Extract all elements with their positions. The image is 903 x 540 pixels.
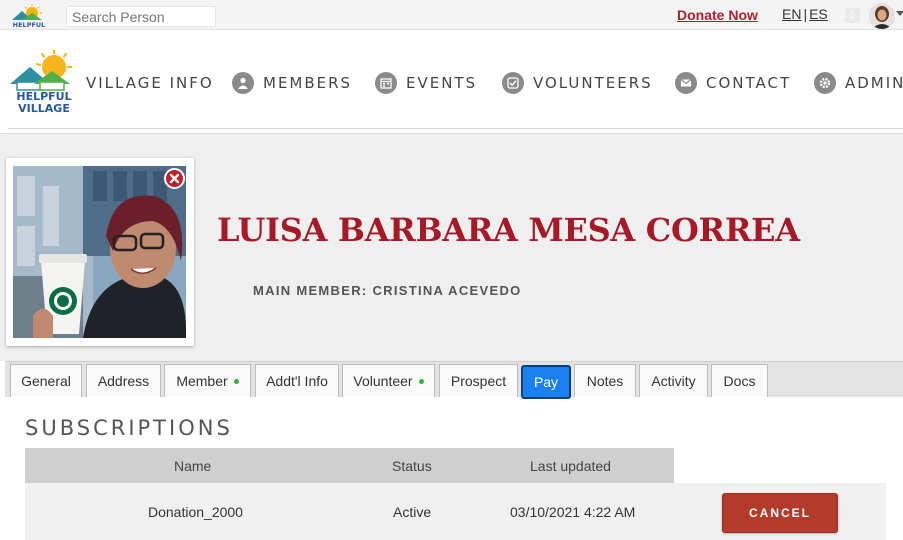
main-member-label: MAIN MEMBER: CRISTINA ACEVEDO: [253, 283, 522, 298]
nav-admin-label: ADMIN: [845, 74, 903, 92]
nav-contact[interactable]: CONTACT: [675, 71, 791, 95]
tab-addtl-info[interactable]: Addt'l Info: [255, 364, 339, 397]
status-dot-icon: [233, 378, 239, 384]
subscription-last-updated: 03/10/2021 4:22 AM: [510, 504, 636, 520]
tab-addtl-info-label: Addt'l Info: [266, 373, 328, 389]
donate-now-link[interactable]: Donate Now: [677, 7, 758, 23]
tab-activity[interactable]: Activity: [639, 364, 708, 397]
column-header-last-updated: Last updated: [530, 458, 611, 474]
notification-badge[interactable]: 0: [845, 8, 860, 23]
nav-members-label: MEMBERS: [263, 74, 353, 92]
svg-text:HELPFUL: HELPFUL: [13, 21, 46, 29]
tab-docs-label: Docs: [723, 373, 756, 389]
tab-member[interactable]: Member: [164, 364, 251, 397]
profile-photo-frame: [6, 158, 194, 346]
svg-text:VILLAGE: VILLAGE: [18, 102, 70, 114]
check-icon: [502, 72, 524, 94]
nav-admin[interactable]: ADMIN: [814, 71, 903, 95]
nav-village-info[interactable]: VILLAGE INFO: [86, 71, 214, 95]
tab-address-label: Address: [97, 373, 150, 389]
nav-village-info-label: VILLAGE INFO: [86, 74, 214, 92]
nav-events[interactable]: EVENTS: [375, 71, 477, 95]
nav-members[interactable]: MEMBERS: [232, 71, 352, 95]
lang-es-link[interactable]: ES: [809, 6, 828, 22]
nav-events-label: EVENTS: [406, 74, 478, 92]
tab-prospect-label: Prospect: [450, 373, 507, 389]
cancel-subscription-button[interactable]: CANCEL: [722, 493, 838, 533]
search-person-input[interactable]: [66, 6, 216, 27]
status-dot-icon: [418, 378, 424, 384]
nav-volunteers-label: VOLUNTEERS: [533, 74, 653, 92]
tab-member-label: Member: [176, 373, 228, 389]
person-name: LUISA BARBARA MESA CORREA: [217, 211, 800, 249]
tab-activity-label: Activity: [651, 373, 696, 389]
section-title: SUBSCRIPTIONS: [25, 416, 233, 440]
main-navigation: HELPFUL VILLAGE VILLAGE INFO MEMBERS EVE…: [0, 31, 903, 131]
small-logo[interactable]: HELPFUL: [8, 3, 50, 29]
lang-en-link[interactable]: EN: [782, 6, 801, 22]
tab-address[interactable]: Address: [86, 364, 161, 397]
tab-notes-label: Notes: [586, 373, 624, 389]
tab-general[interactable]: General: [10, 364, 82, 397]
helpful-village-logo[interactable]: HELPFUL VILLAGE: [8, 50, 80, 114]
tab-notes[interactable]: Notes: [574, 364, 636, 397]
nav-contact-label: CONTACT: [706, 74, 792, 92]
profile-photo[interactable]: [13, 166, 186, 338]
language-switcher: EN | ES: [782, 6, 828, 22]
tab-pay[interactable]: Pay: [521, 365, 571, 399]
calendar-icon: [375, 72, 397, 94]
tab-prospect[interactable]: Prospect: [439, 364, 518, 397]
chevron-down-icon[interactable]: [896, 11, 903, 16]
tab-docs[interactable]: Docs: [711, 364, 768, 397]
top-bar: HELPFUL Donate Now EN|ES 0: [0, 0, 903, 30]
lang-separator: |: [803, 6, 808, 22]
tab-general-label: General: [21, 373, 71, 389]
tab-volunteer-label: Volunteer: [353, 373, 413, 389]
tab-volunteer[interactable]: Volunteer: [342, 364, 435, 397]
envelope-icon: [675, 72, 697, 94]
remove-photo-icon[interactable]: [164, 168, 185, 189]
column-header-status: Status: [392, 458, 432, 474]
subscription-name: Donation_2000: [148, 504, 243, 520]
tab-pay-label: Pay: [533, 374, 559, 390]
subscription-status: Active: [393, 504, 432, 520]
nav-divider: [8, 128, 903, 129]
nav-volunteers[interactable]: VOLUNTEERS: [502, 71, 653, 95]
gear-icon: [814, 72, 836, 94]
person-icon: [232, 72, 254, 94]
user-avatar[interactable]: [869, 3, 895, 29]
column-header-name: Name: [174, 458, 212, 474]
